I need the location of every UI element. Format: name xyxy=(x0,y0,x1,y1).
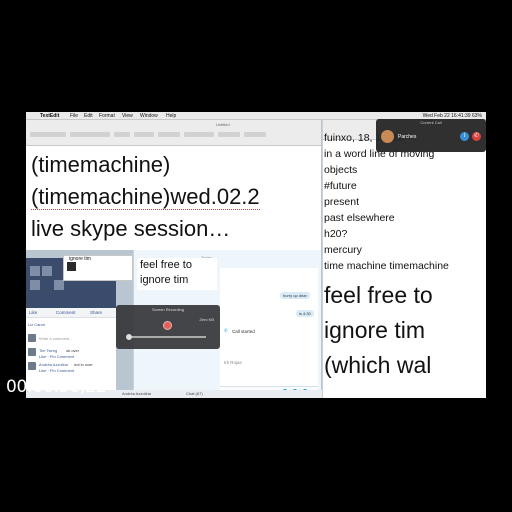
font-size-select[interactable] xyxy=(114,132,130,137)
volume-slider-knob[interactable] xyxy=(126,334,132,340)
paragraph-style-select[interactable] xyxy=(30,132,66,137)
comment-text: not in over xyxy=(74,362,93,367)
spacing-select[interactable] xyxy=(218,132,240,137)
menu-format[interactable]: Format xyxy=(99,112,115,120)
comment-actions[interactable]: Like · Pin Comment xyxy=(39,354,74,359)
comment-author[interactable]: Andréa Azzolina xyxy=(39,362,68,367)
comment-author[interactable]: Tim Tseng xyxy=(39,348,57,353)
phone-icon: ✆ xyxy=(224,328,228,333)
notes-document[interactable]: fuinxo, 18, 11, 12 in a word line of mov… xyxy=(322,120,486,398)
record-icon[interactable] xyxy=(163,321,172,330)
facebook-action-bar: Like Comment Share xyxy=(26,308,116,318)
doc-line-2-text: (timemachine)wed.02.2 xyxy=(31,184,260,210)
notes-big-line-3: (which wal xyxy=(324,352,432,378)
bold-italic-buttons[interactable] xyxy=(158,132,180,137)
menu-help[interactable]: Help xyxy=(166,112,176,120)
timecode-overlay: 00:00:56;22 xyxy=(6,377,107,397)
share-button[interactable]: Share xyxy=(90,308,102,318)
photo-thumbnail[interactable] xyxy=(42,266,52,276)
contact-name: Irk Rojas xyxy=(224,360,242,365)
avatar xyxy=(67,262,76,271)
menu-window[interactable]: Window xyxy=(140,112,158,120)
chat-window[interactable]: ignore tim xyxy=(63,255,133,281)
alignment-buttons[interactable] xyxy=(184,132,214,137)
chat-window-name: ignore tim xyxy=(69,256,91,262)
list-item[interactable]: Liz Caron xyxy=(28,322,45,327)
hang-up-icon[interactable]: ✆ xyxy=(472,132,481,141)
notes-line-3: objects xyxy=(324,164,358,176)
info-icon[interactable]: i xyxy=(460,132,469,141)
avatar xyxy=(381,130,394,143)
call-title: Current Call xyxy=(420,120,442,125)
notes-line-9: time machine timemachine xyxy=(324,260,449,272)
photo-thumbnail[interactable] xyxy=(30,266,40,276)
notes-big-line-2: ignore tim xyxy=(324,317,425,343)
doc-line-3: live skype session… xyxy=(31,216,231,241)
message-line-1: feel free to xyxy=(140,259,192,271)
skype-chat-area: hurry up dear is 4:30 ✆ Call started Irk… xyxy=(220,268,318,398)
textedit-document[interactable]: (timemachine) (timemachine)wed.02.2 live… xyxy=(26,146,321,250)
document-title: Untitled xyxy=(216,122,230,127)
volume-slider[interactable] xyxy=(130,336,206,338)
font-family-select[interactable] xyxy=(70,132,110,137)
notes-line-4: #future xyxy=(324,180,357,192)
notes-line-6: past elsewhere xyxy=(324,212,395,224)
comment-actions[interactable]: Like · Pin Comment xyxy=(39,368,74,373)
notes-line-8: mercury xyxy=(324,244,362,256)
call-started-label: Call started xyxy=(232,329,255,334)
like-button[interactable]: Like xyxy=(29,308,37,318)
avatar xyxy=(28,362,36,370)
notes-big-line-1: feel free to xyxy=(324,282,433,308)
photo-thumbnail[interactable] xyxy=(30,280,40,290)
text-color-button[interactable] xyxy=(134,132,154,137)
list-select[interactable] xyxy=(244,132,266,137)
avatar xyxy=(28,334,36,342)
doc-line-2: (timemachine)wed.02.2 xyxy=(31,184,260,210)
current-call-panel[interactable]: Current Call Parches i ✆ xyxy=(376,119,486,152)
avatar xyxy=(28,348,36,356)
chat-count[interactable]: Chat (67) xyxy=(186,390,203,398)
comment-button[interactable]: Comment xyxy=(56,308,76,318)
message-bubble: is 4:30 xyxy=(296,310,314,317)
menu-edit[interactable]: Edit xyxy=(84,112,93,120)
screen-recording-panel[interactable]: Screen Recording Zero KB xyxy=(116,305,220,349)
notes-line-7: h20? xyxy=(324,228,348,240)
recording-title: Screen Recording xyxy=(151,307,185,312)
comment-input[interactable]: Write a comment... xyxy=(39,336,73,341)
footer-name[interactable]: Andréa Azzolina xyxy=(122,390,151,398)
photo-thumbnail[interactable] xyxy=(54,280,64,290)
caller-name: Parches xyxy=(398,134,417,140)
textedit-toolbar: Untitled xyxy=(26,120,321,146)
menu-app-name[interactable]: TextEdit xyxy=(40,112,59,120)
comment-text: ok over xyxy=(66,348,80,353)
doc-line-1: (timemachine) xyxy=(31,152,171,177)
message-line-2: ignore tim xyxy=(140,274,189,286)
screen: TextEdit File Edit Format View Window He… xyxy=(26,112,486,398)
notes-line-5: present xyxy=(324,196,360,208)
skype-message-preview: feel free to ignore tim xyxy=(137,258,217,290)
menu-file[interactable]: File xyxy=(70,112,78,120)
menu-view[interactable]: View xyxy=(122,112,133,120)
message-bubble: hurry up dear xyxy=(280,292,310,299)
recording-size: Zero KB xyxy=(199,317,214,322)
